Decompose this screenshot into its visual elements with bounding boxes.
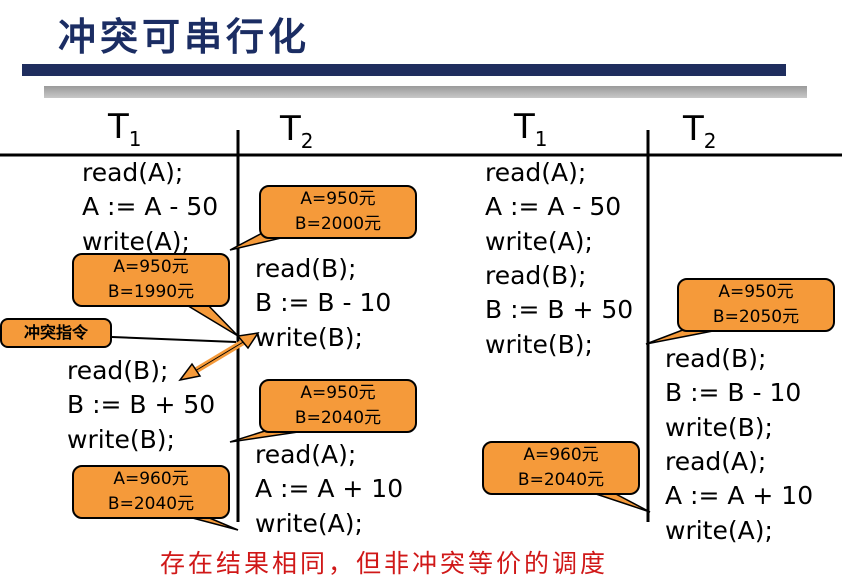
right-t2-op: read(B); — [665, 344, 767, 373]
left-t1-op: read(A); — [82, 158, 184, 187]
left-t2-op: write(B); — [255, 323, 363, 352]
right-t2-op: write(B); — [665, 413, 773, 442]
bubble-b-value: B=2050元 — [712, 307, 800, 327]
right-header-t2: T2 — [683, 109, 717, 153]
conflict-instruction-label: 冲突指令 — [0, 318, 112, 348]
bubble-a-value: A=950元 — [300, 383, 376, 403]
left-t1-op: A := A - 50 — [82, 192, 219, 221]
value-bubble: A=950元 B=2050元 — [677, 278, 835, 332]
right-t1-op: read(B); — [485, 261, 587, 290]
right-t1-op: read(A); — [485, 158, 587, 187]
bubble-a-value: A=960元 — [523, 445, 599, 465]
right-t1-op: write(B); — [485, 330, 593, 359]
right-t1-op: B := B + 50 — [485, 295, 634, 324]
left-t2-op: write(A); — [255, 509, 363, 538]
conflict-double-arrow-outline — [189, 337, 251, 375]
left-t1-op: B := B + 50 — [67, 390, 216, 419]
bubble-a-value: A=950元 — [300, 189, 376, 209]
left-t2-op: B := B - 10 — [255, 288, 392, 317]
value-bubble: A=960元 B=2040元 — [72, 465, 230, 519]
bubble-a-value: A=950元 — [718, 282, 794, 302]
bubble-pointer-6 — [595, 491, 651, 513]
left-t2-op: read(B); — [255, 254, 357, 283]
left-t2-op: A := A + 10 — [255, 474, 404, 503]
bubble-b-value: B=2040元 — [107, 494, 195, 514]
left-header-t1: T1 — [108, 107, 142, 151]
left-t1-op: read(B); — [67, 356, 169, 385]
right-header-t1: T1 — [514, 107, 548, 151]
bubble-pointer-2 — [182, 301, 239, 337]
left-header-t2: T2 — [280, 109, 314, 153]
value-bubble: A=950元 B=1990元 — [72, 253, 230, 307]
bubble-a-value: A=960元 — [113, 469, 189, 489]
right-t2-op: A := A + 10 — [665, 481, 814, 510]
conflict-pointer-line — [111, 336, 237, 343]
right-t1-op: write(A); — [485, 227, 593, 256]
bubble-b-value: B=2040元 — [294, 408, 382, 428]
right-t2-op: write(A); — [665, 516, 773, 545]
bubble-b-value: B=2040元 — [517, 470, 605, 490]
bubble-a-value: A=950元 — [113, 257, 189, 277]
value-bubble: A=960元 B=2040元 — [482, 441, 640, 495]
left-t2-op: read(A); — [255, 440, 357, 469]
footer-note: 存在结果相同，但非冲突等价的调度 — [160, 549, 609, 578]
right-t2-op: read(A); — [665, 447, 767, 476]
bubble-b-value: B=1990元 — [107, 282, 195, 302]
value-bubble: A=950元 B=2000元 — [259, 185, 417, 239]
right-t1-op: A := A - 50 — [485, 192, 622, 221]
value-bubble: A=950元 B=2040元 — [259, 379, 417, 433]
right-t2-op: B := B - 10 — [665, 378, 802, 407]
left-t1-op: write(B); — [67, 425, 175, 454]
bubble-b-value: B=2000元 — [294, 214, 382, 234]
